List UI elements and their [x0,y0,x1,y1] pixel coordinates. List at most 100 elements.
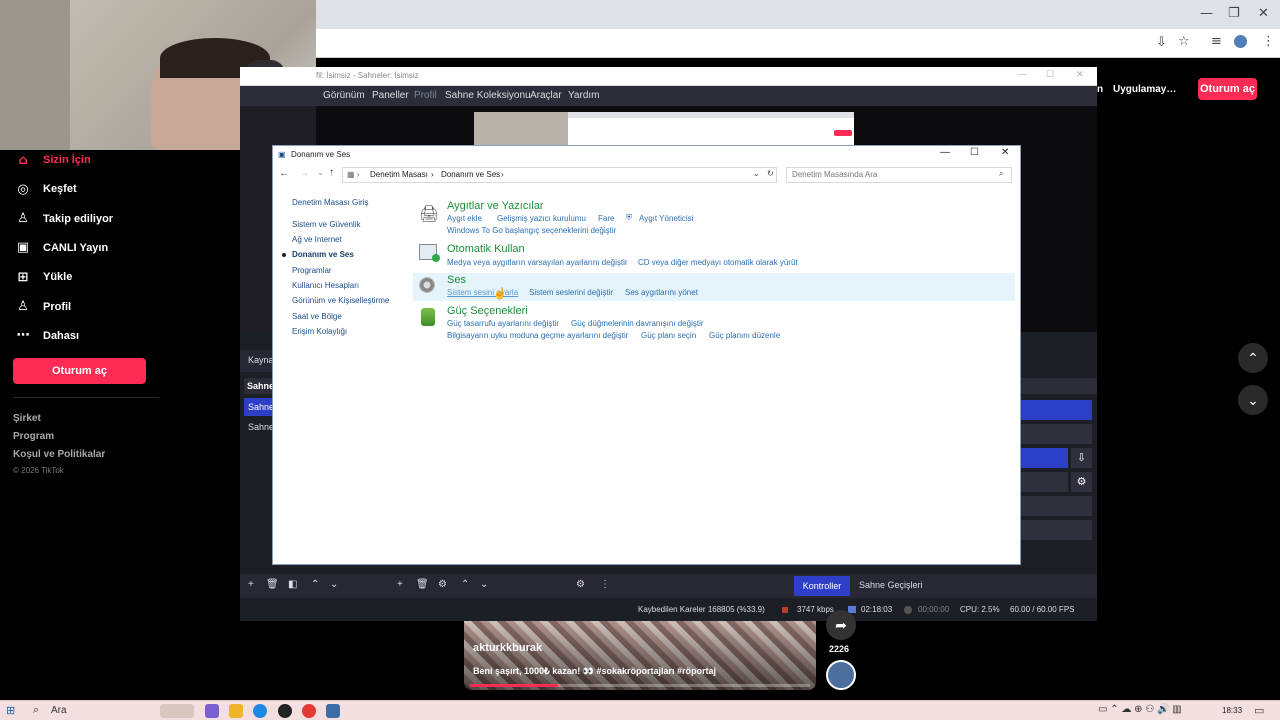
filter-icon[interactable]: ◧ [288,579,297,590]
power-saving-link[interactable]: Güç tasarrufu ayarlarını değiştir [447,319,559,328]
settings-gear-icon[interactable]: ⚙ [1071,472,1092,492]
exit-button[interactable] [1020,520,1092,540]
edit-plan-link[interactable]: Güç planını düzenle [709,331,780,340]
nav-item-1[interactable]: ◎ Keşfet [15,181,76,197]
search-icon[interactable]: ⌕ [999,169,1003,179]
cp-nav-item[interactable]: Saat ve Bölge [292,312,342,321]
move-down-icon[interactable]: ⌄ [330,579,338,590]
restore-icon[interactable]: ❐ [1228,6,1240,21]
cp-nav-item[interactable]: Erişim Kolaylığı [292,327,347,336]
menu-docks[interactable]: Paneller [372,90,409,101]
obs-restore-icon[interactable]: ☐ [1046,69,1054,80]
nav-item-5[interactable]: ♙ Profil [15,299,71,315]
delete-source-icon[interactable]: 🗑 [416,579,429,590]
media-icon[interactable]: ≡ [1211,34,1222,49]
file-explorer-icon[interactable] [229,704,243,718]
menu-icon[interactable]: ⋮ [1262,34,1275,49]
nav-item-4[interactable]: ⊞ Yükle [15,269,73,285]
cp-nav-item[interactable]: Denetim Masası Giriş [292,198,368,207]
devices-title[interactable]: Aygıtlar ve Yazıcılar [447,200,544,212]
cp-minimize-icon[interactable]: — [940,147,950,158]
chrome-icon[interactable] [302,704,316,718]
forward-icon[interactable]: → [299,168,309,179]
get-app-link[interactable]: Uygulamay… [1113,84,1176,95]
back-icon[interactable]: ← [279,168,289,179]
source-up-icon[interactable]: ⌃ [461,579,469,590]
autoplay-title[interactable]: Otomatik Kullan [447,243,525,255]
advanced-printer-link[interactable]: Gelişmiş yazıcı kurulumu [497,214,586,223]
power-buttons-link[interactable]: Güç düğmelerinin davranışını değiştir [571,319,704,328]
app-icon[interactable] [205,704,219,718]
control-panel-icon[interactable] [326,704,340,718]
menu-profile[interactable]: Profil [414,90,437,101]
footer-program[interactable]: Program [13,431,54,442]
sound-title[interactable]: Ses [447,274,466,286]
cp-nav-item[interactable]: Sistem ve Güvenlik [292,220,360,229]
menu-scene-collection[interactable]: Sahne Koleksiyonu [445,90,531,101]
tiktok-video[interactable]: akturkkburak Beni şaşırt, 1000₺ kazan! 👀… [464,621,816,690]
footer-terms[interactable]: Koşul ve Politikalar [13,449,105,460]
add-source-icon[interactable]: + [397,579,403,590]
tray-icons[interactable]: ▭ ⌃ ☁ ⊕ ⚇ 🔊 ▥ [1098,704,1182,715]
dropdown-icon[interactable]: ⌄ [753,169,760,178]
menu-tools[interactable]: Araçlar [530,90,562,101]
audio-devices-link[interactable]: Ses aygıtlarını yönet [625,288,698,297]
tab-controls[interactable]: Kontroller [794,576,850,596]
add-icon[interactable]: + [248,579,254,590]
system-volume-link[interactable]: Sistem sesini ayarla [447,288,518,297]
add-device-link[interactable]: Aygıt ekle [447,214,482,223]
scroll-down-icon[interactable]: ⌄ [1238,385,1268,415]
up-icon[interactable]: ↑ [329,167,334,178]
breadcrumb-hardware[interactable]: Donanım ve Ses [441,170,500,179]
cp-search[interactable]: Denetim Masasında Ara ⌕ [786,167,1012,183]
video-username[interactable]: akturkkburak [473,642,542,654]
nav-item-6[interactable]: ⋯ Dahası [15,328,80,344]
close-icon[interactable]: ✕ [1258,6,1269,21]
clock[interactable]: 18:33 [1222,706,1242,715]
edge-icon[interactable] [253,704,267,718]
power-title[interactable]: Güç Seçenekleri [447,305,528,317]
cp-nav-item[interactable]: Programlar [292,266,332,275]
source-settings-icon[interactable]: ⚙ [438,579,447,590]
search-highlight-icon[interactable] [160,704,194,718]
star-icon[interactable]: ☆ [1178,34,1190,49]
menu-help[interactable]: Yardım [568,90,600,101]
download-icon[interactable]: ⇩ [1071,448,1092,468]
cp-maximize-icon[interactable]: ☐ [970,147,979,158]
taskbar-search-icon[interactable]: ⌕ [33,704,39,717]
studio-mode-button[interactable] [1020,472,1068,492]
cd-autoplay-link[interactable]: CD veya diğer medyayı otomatik olarak yü… [638,258,798,267]
breadcrumb-control-panel[interactable]: Denetim Masası [370,170,428,179]
install-icon[interactable]: ⇩ [1156,35,1167,50]
browser-address-bar[interactable]: ⇩ ☆ ≡ ⋮ [316,29,1280,58]
tab-transitions[interactable]: Sahne Geçişleri [859,580,923,590]
breadcrumb[interactable]: ▦ › Denetim Masası › Donanım ve Ses › ⌄ … [342,167,777,183]
cp-nav-item[interactable]: Görünüm ve Kişiselleştirme [292,296,389,305]
nav-item-2[interactable]: ♙ Takip ediliyor [15,211,113,227]
notification-icon[interactable]: ▭ [1254,704,1264,717]
cp-nav-item[interactable]: Donanım ve Ses [292,250,354,259]
login-button[interactable]: Oturum aç [13,358,146,384]
recent-icon[interactable]: ⌄ [317,168,324,177]
mixer-settings-icon[interactable]: ⚙ [576,579,585,590]
settings-button[interactable] [1020,496,1092,516]
cp-nav-item[interactable]: Kullanıcı Hesapları [292,281,359,290]
sleep-settings-link[interactable]: Bilgisayarın uyku moduna geçme ayarların… [447,331,628,340]
obs-minimize-icon[interactable]: — [1018,69,1027,79]
choose-plan-link[interactable]: Güç planı seçin [641,331,696,340]
scroll-up-icon[interactable]: ⌃ [1238,343,1268,373]
cp-close-icon[interactable]: ✕ [1001,147,1009,158]
cp-search-input[interactable]: Denetim Masasında Ara [792,170,877,179]
windows-to-go-link[interactable]: Windows To Go başlangıç seçeneklerini de… [447,226,616,235]
avatar[interactable] [1234,35,1247,48]
obs-icon[interactable] [278,704,292,718]
obs-close-icon[interactable]: ✕ [1076,69,1084,80]
minimize-icon[interactable]: — [1200,6,1213,21]
start-icon[interactable]: ⊞ [6,704,15,717]
system-sounds-link[interactable]: Sistem seslerini değiştir [529,288,613,297]
start-recording-button[interactable] [1020,424,1092,444]
footer-company[interactable]: Şirket [13,413,41,424]
source-down-icon[interactable]: ⌄ [480,579,488,590]
share-icon[interactable]: ➦ [826,610,856,640]
menu-view[interactable]: Görünüm [323,90,365,101]
